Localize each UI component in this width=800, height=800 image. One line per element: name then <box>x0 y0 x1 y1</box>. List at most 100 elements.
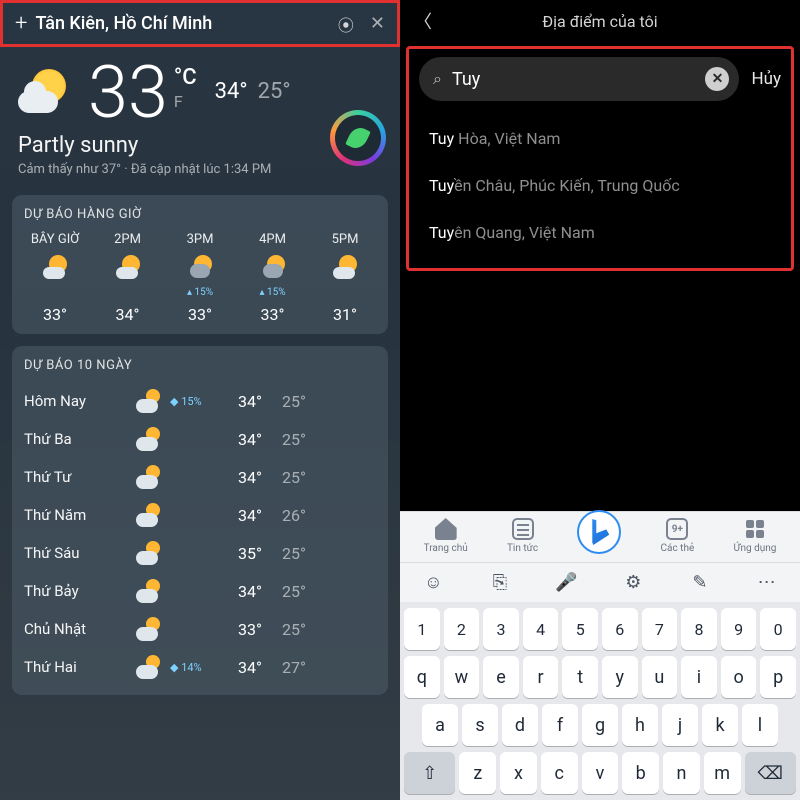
day-name: Thứ Bảy <box>24 582 134 600</box>
emoji-icon[interactable]: ☺ <box>413 572 453 593</box>
key-c[interactable]: c <box>541 752 578 794</box>
hour-col[interactable]: 5PM31° <box>314 232 376 324</box>
day-row[interactable]: Chủ Nhật33°25° <box>24 611 376 647</box>
hour-temp: 33° <box>261 305 285 324</box>
key-6[interactable]: 6 <box>602 608 638 650</box>
weather-icon <box>114 253 142 281</box>
precip: ▴ 15% <box>259 287 285 299</box>
key-1[interactable]: 1 <box>404 608 440 650</box>
suggestion-item[interactable]: Tuy Hòa, Việt Nam <box>429 115 771 162</box>
key-t[interactable]: t <box>562 656 598 698</box>
key-3[interactable]: 3 <box>483 608 519 650</box>
key-o[interactable]: o <box>721 656 757 698</box>
suggestion-item[interactable]: Tuyền Châu, Phúc Kiến, Trung Quốc <box>429 162 771 209</box>
hour-col[interactable]: 4PM▴ 15%33° <box>242 232 304 324</box>
hour-temp: 33° <box>43 305 67 324</box>
key-s[interactable]: s <box>462 704 498 746</box>
day-row[interactable]: Thứ Tư34°25° <box>24 459 376 495</box>
key-u[interactable]: u <box>642 656 678 698</box>
location-pin-icon[interactable]: ⦿ <box>338 12 354 36</box>
keyboard-toolbar: ☺ ⎘ 🎤 ⚙ ✎ ⋯ <box>400 562 800 602</box>
key-i[interactable]: i <box>681 656 717 698</box>
more-icon[interactable]: ⋯ <box>747 572 787 593</box>
key-n[interactable]: n <box>663 752 700 794</box>
hour-temp: 34° <box>116 305 140 324</box>
hour-col[interactable]: BÂY GIỜ33° <box>24 232 86 324</box>
key-j[interactable]: j <box>662 704 698 746</box>
weather-icon <box>134 427 162 451</box>
day-row[interactable]: Thứ Sáu35°25° <box>24 535 376 571</box>
nav-tabs[interactable]: 9+ Các thẻ <box>661 518 695 554</box>
key-⇧[interactable]: ⇧ <box>404 752 455 794</box>
day-lo: 26° <box>262 506 306 525</box>
key-r[interactable]: r <box>523 656 559 698</box>
hour-temp: 31° <box>333 305 357 324</box>
weather-icon <box>134 389 162 413</box>
key-y[interactable]: y <box>602 656 638 698</box>
key-2[interactable]: 2 <box>444 608 480 650</box>
day-row[interactable]: Thứ Ba34°25° <box>24 421 376 457</box>
key-z[interactable]: z <box>459 752 496 794</box>
search-icon: ⌕ <box>433 69 442 89</box>
hour-col[interactable]: 3PM▴ 15%33° <box>169 232 231 324</box>
key-9[interactable]: 9 <box>721 608 757 650</box>
close-icon[interactable]: ✕ <box>370 13 385 34</box>
clear-icon[interactable]: ✕ <box>705 67 729 91</box>
key-g[interactable]: g <box>582 704 618 746</box>
back-icon[interactable]: 〈 <box>414 8 432 34</box>
gear-icon[interactable]: ⚙ <box>613 572 653 593</box>
key-w[interactable]: w <box>444 656 480 698</box>
search-field[interactable]: ⌕ Tuy ✕ <box>419 57 739 101</box>
weather-icon <box>134 541 162 565</box>
key-v[interactable]: v <box>582 752 619 794</box>
key-8[interactable]: 8 <box>681 608 717 650</box>
cancel-button[interactable]: Hủy <box>751 69 781 89</box>
app-nav: Trang chủ Tin tức 9+ Các thẻ Ứng dụng <box>400 511 800 562</box>
nav-home[interactable]: Trang chủ <box>424 518 468 554</box>
day-hi: 34° <box>218 392 262 411</box>
key-x[interactable]: x <box>500 752 537 794</box>
day-name: Chủ Nhật <box>24 620 134 638</box>
day-row[interactable]: Thứ Bảy34°25° <box>24 573 376 609</box>
day-row[interactable]: Thứ Năm34°26° <box>24 497 376 533</box>
low-temp: 25° <box>258 79 291 104</box>
key-5[interactable]: 5 <box>562 608 598 650</box>
nav-bing[interactable] <box>577 526 621 554</box>
partly-sunny-icon <box>18 65 74 121</box>
hour-col[interactable]: 2PM34° <box>97 232 159 324</box>
unit-toggle[interactable]: °C F <box>174 65 197 111</box>
nav-news[interactable]: Tin tức <box>507 518 538 554</box>
day-lo: 27° <box>262 658 306 677</box>
key-b[interactable]: b <box>622 752 659 794</box>
location-bar[interactable]: + Tân Kiên, Hồ Chí Minh ⦿ ✕ <box>0 0 400 47</box>
key-l[interactable]: l <box>742 704 778 746</box>
day-row[interactable]: Thứ Hai◆ 14%34°27° <box>24 649 376 685</box>
key-d[interactable]: d <box>502 704 538 746</box>
key-7[interactable]: 7 <box>642 608 678 650</box>
key-f[interactable]: f <box>542 704 578 746</box>
key-q[interactable]: q <box>404 656 440 698</box>
key-a[interactable]: a <box>422 704 458 746</box>
mic-icon[interactable]: 🎤 <box>547 572 587 593</box>
day-hi: 34° <box>218 468 262 487</box>
key-0[interactable]: 0 <box>760 608 796 650</box>
pen-icon[interactable]: ✎ <box>680 572 720 593</box>
key-4[interactable]: 4 <box>523 608 559 650</box>
key-p[interactable]: p <box>760 656 796 698</box>
key-m[interactable]: m <box>704 752 741 794</box>
nav-apps[interactable]: Ứng dụng <box>734 518 777 554</box>
day-hi: 33° <box>218 620 262 639</box>
suggestion-item[interactable]: Tuyên Quang, Việt Nam <box>429 209 771 256</box>
key-h[interactable]: h <box>622 704 658 746</box>
key-k[interactable]: k <box>702 704 738 746</box>
assistant-orb-icon[interactable] <box>330 110 386 166</box>
key-e[interactable]: e <box>483 656 519 698</box>
day-row[interactable]: Hôm Nay◆ 15%34°25° <box>24 383 376 419</box>
precip: ◆ 15% <box>170 395 218 408</box>
key-⌫[interactable]: ⌫ <box>745 752 796 794</box>
clipboard-icon[interactable]: ⎘ <box>480 572 520 593</box>
day-name: Thứ Tư <box>24 468 134 486</box>
tabs-icon: 9+ <box>666 518 688 540</box>
weather-icon <box>134 503 162 527</box>
search-input[interactable]: Tuy <box>452 69 705 90</box>
